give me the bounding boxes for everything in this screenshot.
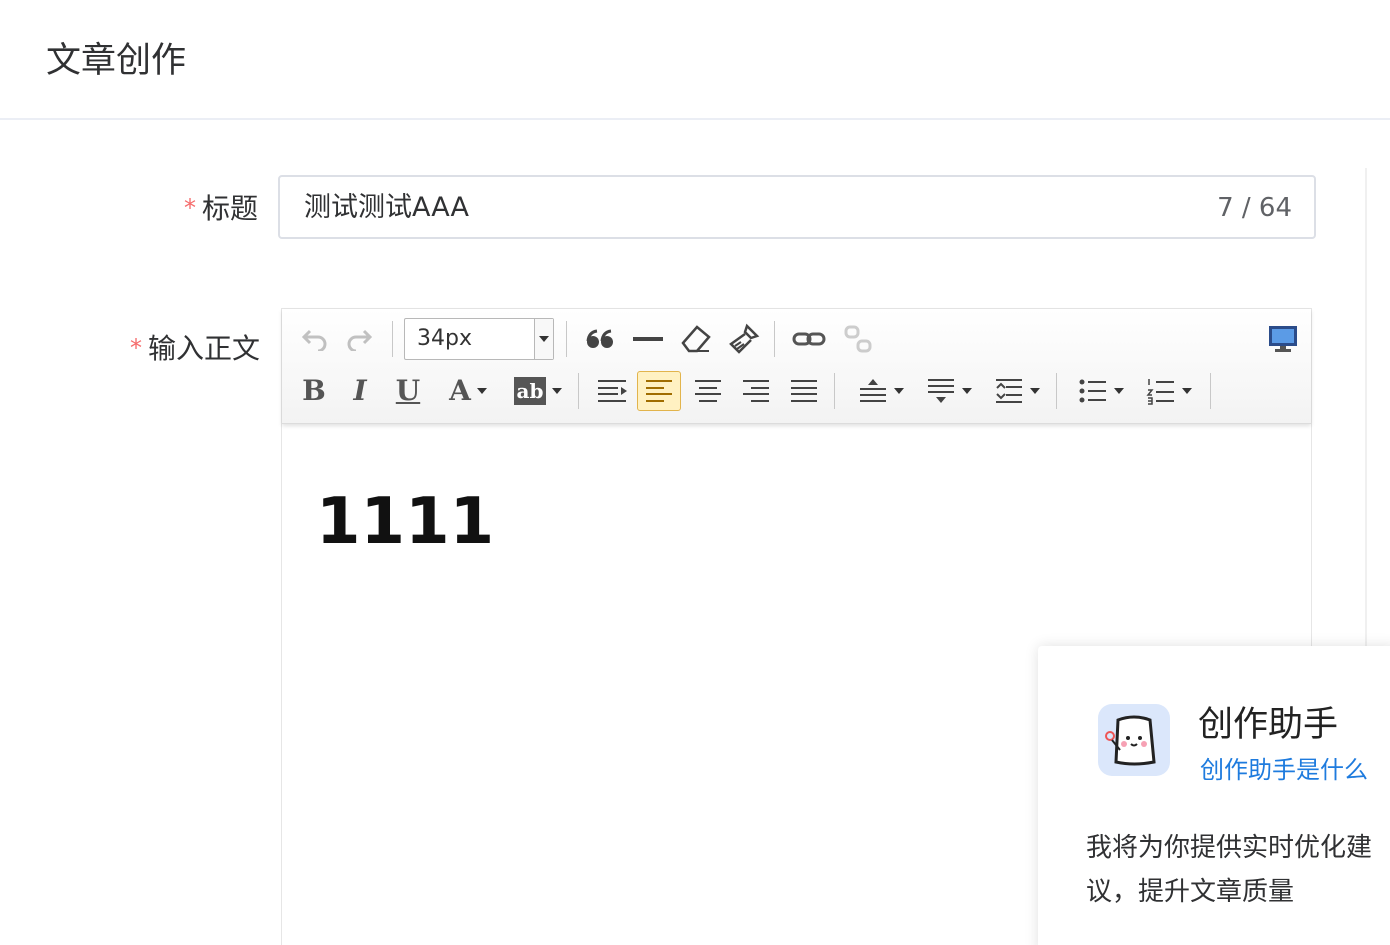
- align-center-button[interactable]: [686, 371, 730, 411]
- dropdown-arrow-icon: [1030, 388, 1040, 394]
- space-after-button[interactable]: [920, 371, 978, 411]
- title-char-count: 7 / 64: [1217, 193, 1292, 223]
- page-title: 文章创作: [46, 41, 187, 81]
- link-icon: [792, 330, 826, 348]
- underline-button[interactable]: U: [390, 371, 426, 411]
- undo-button[interactable]: [298, 319, 332, 359]
- font-color-icon: A: [449, 374, 471, 407]
- toolbar-separator: [774, 321, 775, 357]
- toolbar-separator: [1210, 373, 1211, 409]
- assistant-avatar: [1098, 704, 1170, 776]
- editor-toolbar: 34px B I U A ab: [282, 309, 1311, 424]
- required-mark: *: [129, 334, 142, 362]
- monitor-icon: [1268, 325, 1298, 353]
- title-input-value: 测试测试AAA: [304, 192, 469, 223]
- title-label-text: 标题: [201, 192, 258, 225]
- numbered-list-icon: [1146, 377, 1176, 405]
- assistant-title: 创作助手: [1198, 705, 1339, 745]
- italic-icon: I: [353, 374, 367, 407]
- toolbar-separator: [1056, 373, 1057, 409]
- underline-icon: U: [395, 374, 421, 407]
- body-label: * 输入正文: [130, 328, 260, 369]
- insert-link-button[interactable]: [788, 319, 830, 359]
- font-size-select[interactable]: 34px: [404, 318, 554, 360]
- align-right-icon: [741, 378, 771, 404]
- background-color-button[interactable]: ab: [508, 371, 568, 411]
- writing-assistant-panel: 创作助手 创作助手是什么 我将为你提供实时优化建议，提升文章质量: [1038, 646, 1390, 945]
- page-header: 文章创作: [0, 0, 1390, 120]
- toolbar-separator: [392, 321, 393, 357]
- dropdown-arrow-icon: [1182, 388, 1192, 394]
- required-mark: *: [183, 194, 196, 222]
- dropdown-arrow-icon: [962, 388, 972, 394]
- editor-content[interactable]: 1111: [316, 477, 494, 567]
- title-label: * 标题: [184, 188, 258, 229]
- blockquote-button[interactable]: [580, 319, 620, 359]
- align-right-button[interactable]: [734, 371, 778, 411]
- line-height-button[interactable]: [988, 371, 1046, 411]
- fullscreen-button[interactable]: [1262, 319, 1304, 359]
- highlight-icon: ab: [513, 377, 547, 405]
- font-color-button[interactable]: A: [438, 371, 498, 411]
- toolbar-separator: [578, 373, 579, 409]
- italic-button[interactable]: I: [342, 371, 378, 411]
- bold-button[interactable]: B: [296, 371, 332, 411]
- indent-right-icon: [596, 378, 628, 404]
- ordered-list-button[interactable]: [1140, 371, 1198, 411]
- dropdown-arrow-icon: [534, 319, 553, 359]
- article-creation-page: 文章创作 * 标题 测试测试AAA 7 / 64 * 输入正文 34px B I…: [0, 0, 1390, 945]
- space-before-button[interactable]: [852, 371, 910, 411]
- quote-icon: [585, 328, 615, 350]
- paragraph-spacing-bottom-icon: [926, 377, 956, 405]
- bullet-list-icon: [1078, 378, 1108, 404]
- horizontal-rule-button[interactable]: [630, 319, 666, 359]
- toolbar-separator: [566, 321, 567, 357]
- format-painter-button[interactable]: [724, 319, 764, 359]
- align-center-icon: [693, 378, 723, 404]
- align-left-button[interactable]: [637, 371, 681, 411]
- align-justify-button[interactable]: [782, 371, 826, 411]
- assistant-help-link[interactable]: 创作助手是什么: [1200, 754, 1368, 786]
- assistant-description: 我将为你提供实时优化建议，提升文章质量: [1086, 833, 1373, 907]
- dropdown-arrow-icon: [476, 388, 487, 394]
- redo-icon: [346, 327, 372, 351]
- horizontal-line-icon: [633, 336, 663, 342]
- font-size-value: 34px: [417, 326, 472, 351]
- title-input[interactable]: 测试测试AAA 7 / 64: [278, 175, 1316, 239]
- line-height-icon: [994, 377, 1024, 405]
- assistant-mascot-icon: [1105, 715, 1156, 766]
- dropdown-arrow-icon: [894, 388, 904, 394]
- brush-icon: [727, 322, 761, 356]
- toolbar-separator: [834, 373, 835, 409]
- clear-format-button[interactable]: [676, 319, 716, 359]
- unordered-list-button[interactable]: [1072, 371, 1130, 411]
- dropdown-arrow-icon: [1114, 388, 1124, 394]
- text-direction-button[interactable]: [590, 371, 634, 411]
- bold-icon: B: [302, 374, 326, 407]
- paragraph-spacing-top-icon: [858, 377, 888, 405]
- undo-icon: [302, 327, 328, 351]
- dropdown-arrow-icon: [552, 388, 563, 394]
- body-label-text: 输入正文: [147, 332, 260, 365]
- align-left-icon: [644, 378, 674, 404]
- eraser-icon: [679, 323, 713, 355]
- align-justify-icon: [789, 378, 819, 404]
- redo-button[interactable]: [342, 319, 376, 359]
- unlink-icon: [843, 324, 873, 354]
- unlink-button[interactable]: [838, 319, 878, 359]
